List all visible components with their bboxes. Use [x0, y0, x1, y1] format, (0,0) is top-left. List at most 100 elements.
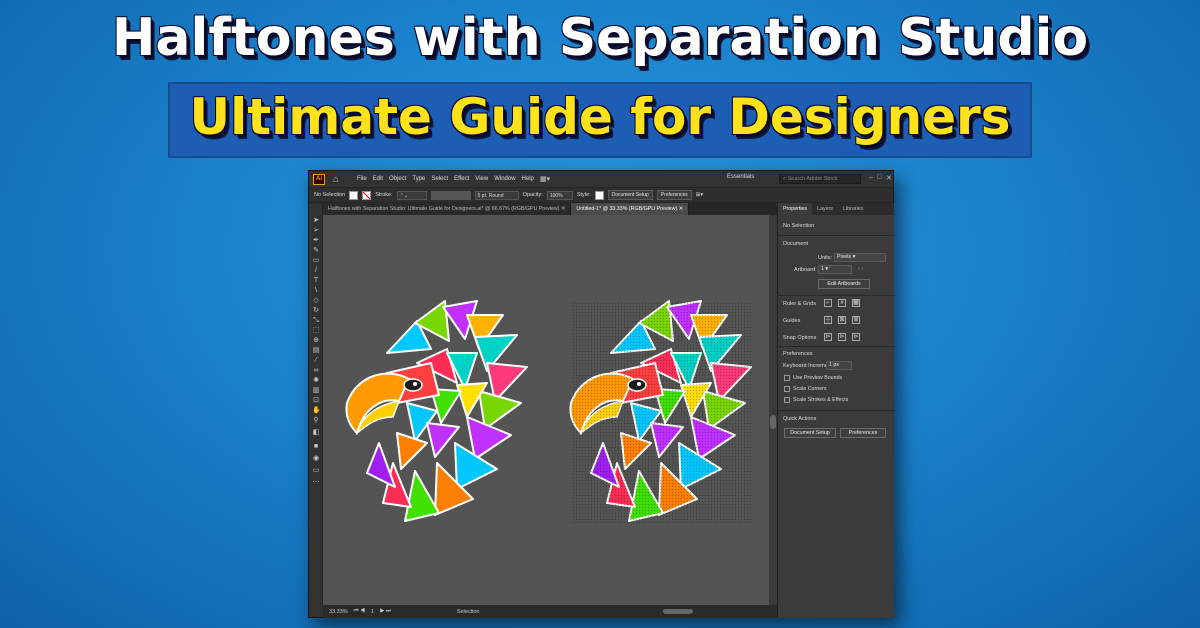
illustrator-window: Ai ⌂ File Edit Object Type Select Effect…: [308, 170, 895, 618]
close-icon[interactable]: ✕: [886, 174, 892, 182]
ruler-icon[interactable]: ⌐: [824, 299, 832, 307]
lock-guides-icon[interactable]: ⊠: [838, 316, 846, 324]
rulers-grids-heading: Ruler & Grids: [783, 301, 817, 307]
direct-selection-tool-icon[interactable]: ➢: [312, 227, 320, 235]
stroke-label[interactable]: Stroke:: [375, 192, 392, 198]
gradient-tool-icon[interactable]: ▤: [312, 347, 320, 355]
symbol-sprayer-tool-icon[interactable]: ✺: [312, 377, 320, 385]
tab-document-main[interactable]: Halftones with Separation Studio: Ultima…: [323, 203, 572, 215]
units-dropdown[interactable]: Pixels ▾: [834, 253, 886, 262]
menu-object[interactable]: Object: [389, 176, 406, 182]
keyboard-increment-input[interactable]: 1 px: [826, 361, 852, 370]
menu-help[interactable]: Help: [522, 176, 534, 182]
stroke-weight-dropdown[interactable]: ⌃⌄: [396, 190, 427, 200]
scale-tool-icon[interactable]: ⤡: [312, 317, 320, 325]
headline-title: Halftones with Separation Studio: [111, 8, 1089, 68]
style-swatch[interactable]: [594, 190, 604, 200]
scale-corners-checkbox[interactable]: [784, 386, 790, 392]
workspace-switcher[interactable]: Essentials: [727, 174, 754, 180]
menu-edit[interactable]: Edit: [373, 176, 383, 182]
selection-status: No Selection: [314, 192, 346, 198]
fill-stroke-icon[interactable]: ◧: [312, 429, 320, 437]
eyedropper-tool-icon[interactable]: ⁄: [312, 357, 320, 365]
screen-mode-icon[interactable]: ▭: [312, 467, 320, 475]
type-tool-icon[interactable]: T: [312, 277, 320, 285]
tab-properties[interactable]: Properties: [778, 203, 813, 215]
use-preview-bounds-checkbox[interactable]: [784, 375, 790, 381]
brush-dropdown[interactable]: 5 pt. Round: [474, 190, 519, 200]
more-tools-icon[interactable]: ⋯: [312, 479, 320, 487]
pen-tool-icon[interactable]: ✒: [312, 237, 320, 245]
shape-builder-tool-icon[interactable]: ⊕: [312, 337, 320, 345]
vertical-scrollbar[interactable]: [769, 215, 777, 605]
opacity-input[interactable]: 100%: [546, 190, 573, 200]
document-heading: Document: [783, 241, 809, 247]
arrange-documents-icon[interactable]: ▦▾: [540, 175, 550, 183]
blend-tool-icon[interactable]: ∞: [312, 367, 320, 375]
quick-document-setup-button[interactable]: Document Setup: [784, 428, 836, 438]
search-input[interactable]: ⌕ Search Adobe Stock: [779, 174, 861, 184]
artboard-nav-icon[interactable]: ‹ ›: [858, 266, 863, 272]
show-guides-icon[interactable]: ┼: [824, 316, 832, 324]
artboard-nav-next-icon[interactable]: ▶ ⏭: [380, 608, 391, 615]
document-setup-button[interactable]: Document Setup: [607, 190, 653, 200]
grid-icon[interactable]: #: [838, 299, 846, 307]
paintbrush-tool-icon[interactable]: /: [312, 267, 320, 275]
opacity-value: 100%: [549, 192, 563, 199]
artboard-nav-prev-icon[interactable]: ⏮ ◀: [354, 608, 365, 615]
selection-tool-icon[interactable]: ➤: [312, 217, 320, 225]
snap-glyph-icon[interactable]: ⊳: [852, 333, 860, 341]
line-tool-icon[interactable]: \: [312, 287, 320, 295]
draw-mode-icon[interactable]: ◉: [312, 455, 320, 463]
current-tool[interactable]: Selection: [457, 609, 480, 615]
menu-view[interactable]: View: [475, 176, 488, 182]
tab-libraries[interactable]: Libraries: [838, 203, 868, 215]
rectangle-tool-icon[interactable]: ▭: [312, 257, 320, 265]
artboard-number[interactable]: 1: [371, 609, 374, 615]
zoom-level[interactable]: 33.33%: [329, 609, 348, 615]
opacity-label[interactable]: Opacity:: [523, 192, 543, 198]
menu-effect[interactable]: Effect: [454, 176, 469, 182]
edit-artboards-button[interactable]: Edit Artboards: [818, 279, 870, 289]
preferences-button[interactable]: Preferences: [656, 190, 692, 200]
artboard-canvas[interactable]: [323, 215, 769, 605]
free-transform-tool-icon[interactable]: ⬚: [312, 327, 320, 335]
artboard-tool-icon[interactable]: ⊡: [312, 397, 320, 405]
zoom-tool-icon[interactable]: ⚲: [312, 417, 320, 425]
stroke-swatch[interactable]: [362, 190, 372, 200]
smart-guides-icon[interactable]: ⊞: [852, 316, 860, 324]
align-icon[interactable]: ⊞▾: [696, 192, 703, 198]
fill-swatch[interactable]: [349, 190, 359, 200]
color-mode-icon[interactable]: ■: [312, 443, 320, 451]
menu-select[interactable]: Select: [431, 176, 448, 182]
snap-pixel-icon[interactable]: ⊳: [838, 333, 846, 341]
units-value: Pixels: [837, 254, 852, 260]
quick-preferences-button[interactable]: Preferences: [840, 428, 886, 438]
artboard-dropdown[interactable]: 1 ▾: [818, 265, 852, 274]
maximize-icon[interactable]: □: [877, 174, 881, 181]
tab-layers[interactable]: Layers: [812, 203, 838, 215]
horizontal-scroll-thumb[interactable]: [663, 609, 693, 614]
style-label: Style:: [576, 192, 591, 198]
menu-file[interactable]: File: [357, 176, 367, 182]
scale-strokes-effects-checkbox[interactable]: [784, 397, 790, 403]
eraser-tool-icon[interactable]: ◇: [312, 297, 320, 305]
scroll-thumb[interactable]: [770, 415, 776, 429]
variable-width-dropdown[interactable]: [430, 190, 471, 200]
snap-point-icon[interactable]: ⊳: [824, 333, 832, 341]
tab-untitled[interactable]: Untitled-1* @ 33.33% (RGB/GPU Preview) ✕: [571, 203, 690, 215]
menu-type[interactable]: Type: [412, 176, 425, 182]
minimize-icon[interactable]: –: [869, 174, 873, 181]
curvature-tool-icon[interactable]: ✎: [312, 247, 320, 255]
status-bar: 33.33% ⏮ ◀ 1 ▶ ⏭ Selection: [323, 605, 777, 618]
eagle-halftone-illustration-icon: [569, 300, 752, 533]
home-icon[interactable]: ⌂: [333, 174, 343, 184]
keyboard-increment-value: 1 px: [829, 362, 840, 368]
column-graph-tool-icon[interactable]: ▥: [312, 387, 320, 395]
menu-window[interactable]: Window: [494, 176, 515, 182]
document-tabs: Halftones with Separation Studio: Ultima…: [323, 203, 777, 215]
hand-tool-icon[interactable]: ✋: [312, 407, 321, 415]
divider: [778, 295, 895, 296]
rotate-tool-icon[interactable]: ↻: [312, 307, 320, 315]
transparency-grid-icon[interactable]: ▦: [852, 299, 860, 307]
